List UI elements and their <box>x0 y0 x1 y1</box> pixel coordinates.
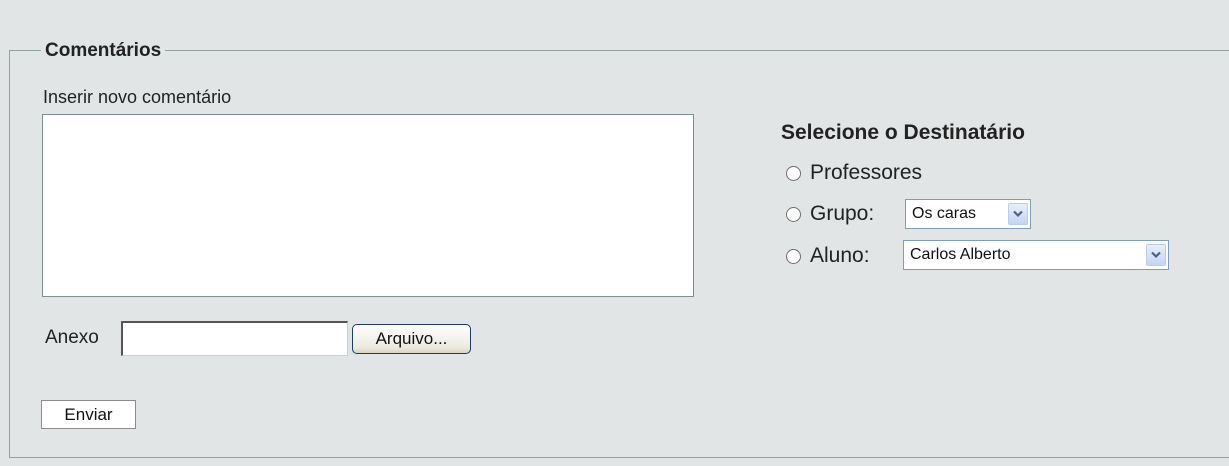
radio-button-aluno[interactable] <box>786 248 801 264</box>
radio-button-professores[interactable] <box>786 165 801 181</box>
chevron-down-icon[interactable] <box>1008 203 1028 225</box>
student-select[interactable]: Carlos Alberto <box>903 240 1169 270</box>
group-select[interactable]: Os caras <box>905 199 1031 229</box>
radio-label-professores: Professores <box>810 161 923 184</box>
recipient-title: Selecione o Destinatário <box>781 121 1025 144</box>
radio-option-professores[interactable]: Professores <box>786 158 922 188</box>
chevron-down-icon[interactable] <box>1146 244 1166 266</box>
comments-legend: Comentários <box>41 40 166 62</box>
comment-textarea[interactable] <box>42 114 694 297</box>
radio-label-grupo: Grupo: <box>810 202 875 225</box>
radio-option-grupo[interactable]: Grupo: <box>786 199 874 229</box>
radio-option-aluno[interactable]: Aluno: <box>786 241 870 271</box>
group-select-value: Os caras <box>912 205 977 222</box>
attachment-file-input[interactable] <box>121 321 348 356</box>
browse-file-button[interactable]: Arquivo... <box>352 324 471 354</box>
submit-button[interactable]: Enviar <box>41 400 136 429</box>
radio-button-grupo[interactable] <box>786 206 801 222</box>
new-comment-label: Inserir novo comentário <box>43 87 232 107</box>
attachment-label: Anexo <box>45 327 99 348</box>
student-select-value: Carlos Alberto <box>910 246 1011 263</box>
radio-label-aluno: Aluno: <box>810 244 870 267</box>
